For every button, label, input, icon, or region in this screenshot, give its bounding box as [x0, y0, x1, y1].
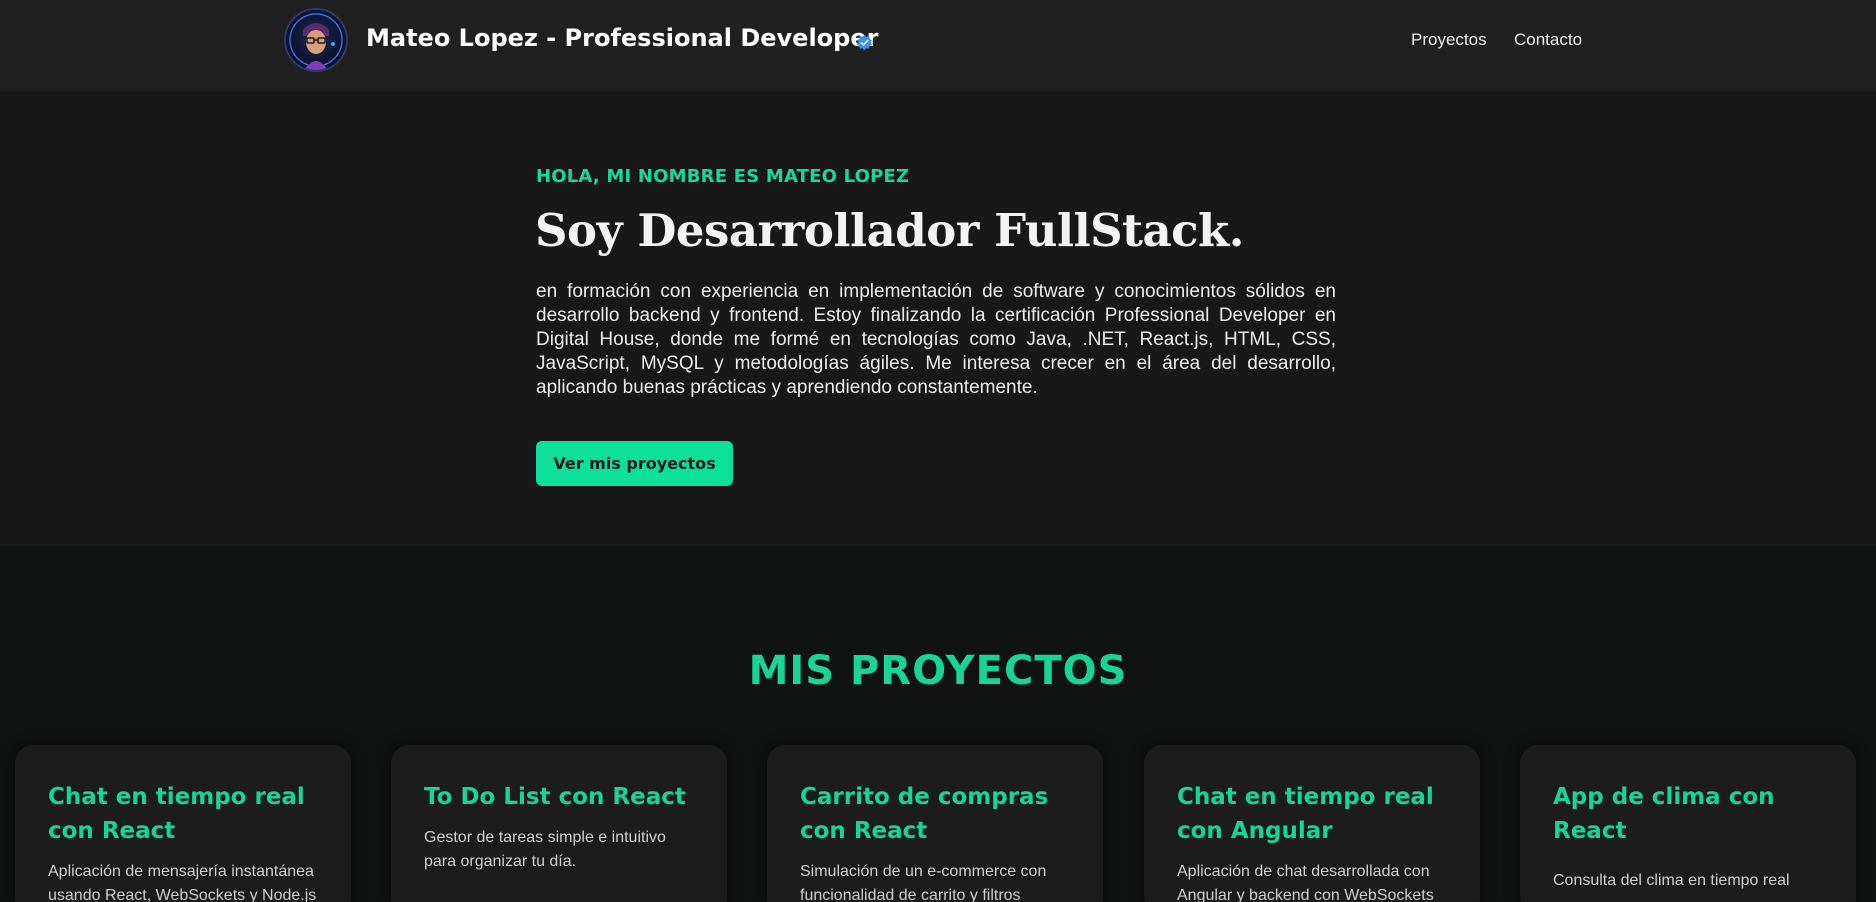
project-card-description: Aplicación de mensajería instantánea usa… — [48, 863, 317, 902]
project-card[interactable]: To Do List con React Gestor de tareas si… — [391, 745, 727, 902]
view-projects-button[interactable]: Ver mis proyectos — [536, 441, 733, 486]
avatar[interactable] — [284, 8, 348, 72]
project-card[interactable]: App de clima con React Consulta del clim… — [1520, 745, 1856, 902]
project-card[interactable]: Chat en tiempo real con React Aplicación… — [15, 745, 351, 902]
project-card-title: Chat en tiempo real con React — [48, 784, 305, 844]
hero-eyebrow: HOLA, MI NOMBRE ES MATEO LOPEZ — [536, 166, 910, 187]
project-card-title: Chat en tiempo real con Angular — [1177, 784, 1434, 844]
project-card[interactable]: Chat en tiempo real con Angular Aplicaci… — [1144, 745, 1480, 902]
hero-title: Soy Desarrollador FullStack. — [535, 204, 1244, 257]
site-title: Mateo Lopez - Professional Developer — [366, 24, 879, 52]
hero-description: en formación con experiencia en implemen… — [536, 281, 1336, 398]
project-card-title: To Do List con React — [424, 784, 686, 810]
nav-link-contacto[interactable]: Contacto — [1514, 30, 1582, 50]
nav-link-proyectos[interactable]: Proyectos — [1411, 30, 1487, 50]
project-card-description: Aplicación de chat desarrollada con Angu… — [1177, 863, 1434, 902]
project-card[interactable]: Carrito de compras con React Simulación … — [767, 745, 1103, 902]
verified-badge-icon — [857, 34, 872, 51]
site-header: Mateo Lopez - Professional Developer Pro… — [0, 0, 1876, 91]
projects-section-title: MIS PROYECTOS — [748, 648, 1128, 694]
project-card-title: Carrito de compras con React — [800, 784, 1049, 844]
project-card-title: App de clima con React — [1553, 784, 1775, 844]
project-card-description: Consulta del clima en tiempo real — [1553, 872, 1790, 889]
project-card-description: Simulación de un e-commerce con funciona… — [800, 863, 1047, 902]
project-card-description: Gestor de tareas simple e intuitivo para… — [424, 829, 666, 870]
